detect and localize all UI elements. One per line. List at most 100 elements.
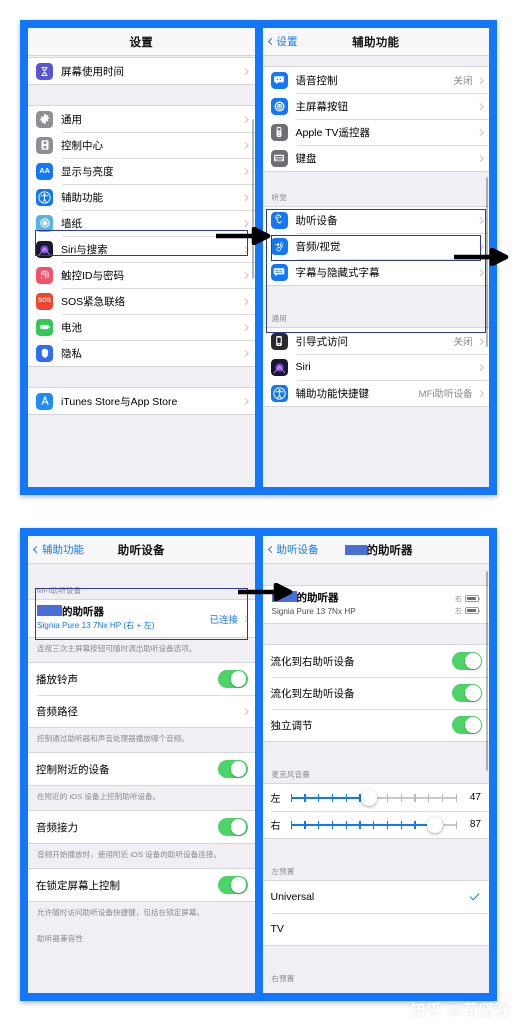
- privacy-hand-icon: [36, 344, 53, 362]
- row-label: 流化到左助听设备: [270, 687, 355, 700]
- row-play-ringtone[interactable]: 播放铃声: [28, 663, 255, 696]
- accessibility-scroll-body[interactable]: 语音控制 关闭 主屏幕按钮 Apple TV遥控器 键盘 听觉 助听设备 音频/…: [262, 57, 490, 487]
- row-control-on-lock-screen[interactable]: 在锁定屏幕上控制: [28, 869, 255, 902]
- sidebar-item-touchid-passcode[interactable]: 触控ID与密码: [28, 262, 255, 288]
- sidebar-item-label: SOS紧急联络: [61, 295, 126, 308]
- voice-control-icon: [270, 71, 288, 89]
- battery-icon: [465, 607, 481, 614]
- row-apple-tv-remote[interactable]: Apple TV遥控器: [262, 119, 489, 145]
- section-footer-control-nearby: 在附近的 iOS 设备上控制助听设备。: [37, 792, 161, 802]
- toggle-stream-to-right[interactable]: [452, 652, 482, 671]
- chevron-right-icon: [242, 67, 249, 75]
- sidebar-item-itunes-appstore[interactable]: iTunes Store与App Store: [28, 388, 255, 414]
- page-title-suffix: 的助听器: [366, 544, 413, 557]
- row-audio-handoff[interactable]: 音频接力: [28, 811, 255, 844]
- sidebar-item-privacy[interactable]: 隐私: [28, 340, 255, 366]
- row-stream-to-left[interactable]: 流化到左助听设备: [262, 677, 489, 710]
- preset-item-universal[interactable]: Universal: [262, 881, 489, 914]
- row-label: 流化到右助听设备: [270, 655, 355, 668]
- row-home-button[interactable]: 主屏幕按钮: [262, 93, 489, 119]
- page-title: 的助听器: [344, 542, 413, 558]
- row-stream-to-right[interactable]: 流化到右助听设备: [262, 645, 489, 678]
- row-guided-access[interactable]: 引导式访问 关闭: [262, 328, 489, 354]
- accessibility-group-hearing: 助听设备 音频/视觉 字幕与隐藏式字幕: [262, 206, 489, 286]
- row-keyboard[interactable]: 键盘: [262, 145, 489, 171]
- slider-label: 左: [270, 794, 281, 806]
- row-label: 辅助功能快捷键: [295, 387, 370, 400]
- slider-thumb[interactable]: [427, 816, 444, 833]
- sidebar-item-sos[interactable]: SOS SOS紧急联络: [28, 288, 255, 314]
- toggle-stream-to-left[interactable]: [452, 684, 482, 703]
- toggle-independent-adjust[interactable]: [452, 716, 482, 735]
- scrollbar-thumb[interactable]: [486, 571, 488, 771]
- accessibility-group-1: 语音控制 关闭 主屏幕按钮 Apple TV遥控器 键盘: [262, 66, 489, 172]
- row-audio-routing[interactable]: 音频路径: [28, 695, 255, 728]
- pointer-arrow-device: [238, 583, 293, 601]
- screenshot-root: 设置 屏幕使用时间 通用 控制中心 AA 显示与亮度 辅助功能 墙纸 Siri与…: [0, 0, 517, 1024]
- sidebar-item-display-brightness[interactable]: AA 显示与亮度: [28, 158, 255, 184]
- row-hearing-devices[interactable]: 助听设备: [262, 207, 489, 233]
- chevron-right-icon: [242, 707, 249, 715]
- device-detail-scroll-body[interactable]: 的助听器 Signia Pure 13 7Nx HP 右 左 流化到右助听设备 …: [262, 565, 490, 993]
- sidebar-item-accessibility[interactable]: 辅助功能: [28, 184, 255, 210]
- battery-right-label: 右: [455, 595, 462, 603]
- hearing-devices-navbar: 辅助功能 助听设备: [28, 536, 255, 564]
- sidebar-item-general[interactable]: 通用: [28, 106, 255, 132]
- sidebar-item-label: 显示与亮度: [61, 165, 114, 178]
- row-accessibility-shortcut[interactable]: 辅助功能快捷键 MFi助听设备: [262, 380, 489, 406]
- sidebar-item-label: 控制中心: [61, 139, 103, 152]
- device-model: Signia Pure 13 7Nx HP: [271, 607, 356, 617]
- slider-label: 右: [270, 821, 281, 833]
- hearing-devices-scroll-body[interactable]: MFI助听设备 的助听器 Signia Pure 13 7Nx HP (右 + …: [28, 565, 255, 993]
- sidebar-item-battery[interactable]: 电池: [28, 314, 255, 340]
- back-button[interactable]: 设置: [267, 34, 298, 49]
- battery-indicators: 右 左: [455, 594, 481, 616]
- slider-thumb[interactable]: [360, 789, 377, 806]
- row-voice-control[interactable]: 语音控制 关闭: [262, 67, 489, 93]
- toggle-play-ringtone[interactable]: [217, 670, 248, 689]
- preset-item-tv[interactable]: TV: [262, 913, 489, 946]
- touchid-icon: [36, 266, 53, 284]
- sidebar-item-screen-time[interactable]: 屏幕使用时间: [28, 58, 255, 84]
- device-row[interactable]: 的助听器 Signia Pure 13 7Nx HP 右 左: [262, 586, 489, 624]
- slider-row-left[interactable]: 左 47: [262, 784, 489, 812]
- device-name-suffix: 的助听器: [296, 592, 339, 604]
- chevron-right-icon: [242, 193, 249, 201]
- device-name-suffix: 的助听器: [62, 606, 104, 618]
- slider-row-right[interactable]: 右 87: [262, 811, 489, 839]
- sidebar-item-label: 电池: [61, 321, 82, 334]
- redaction-block: [344, 544, 367, 555]
- sidebar-item-control-center[interactable]: 控制中心: [28, 132, 255, 158]
- battery-icon: [36, 318, 53, 336]
- scrollbar-thumb[interactable]: [251, 119, 254, 279]
- back-button-label: 设置: [276, 36, 298, 48]
- pointer-arrow-accessibility: [216, 227, 271, 245]
- accessibility-navbar: 设置 辅助功能: [262, 28, 489, 56]
- settings-scroll-body[interactable]: 屏幕使用时间 通用 控制中心 AA 显示与亮度 辅助功能 墙纸 Siri与搜索 …: [28, 57, 255, 487]
- device-info: 的助听器 Signia Pure 13 7Nx HP: [271, 591, 456, 618]
- hearing-settings-list-2: 控制附近的设备: [28, 752, 255, 787]
- slider-right[interactable]: [290, 816, 457, 833]
- slider-left[interactable]: [290, 789, 457, 806]
- section-header-left-preset: 左预置: [271, 867, 295, 877]
- back-button[interactable]: 辅助功能: [32, 542, 84, 557]
- toggle-audio-handoff[interactable]: [217, 818, 248, 837]
- toggle-control-nearby-devices[interactable]: [217, 760, 248, 779]
- back-button[interactable]: 助听设备: [267, 542, 319, 557]
- chevron-right-icon: [242, 141, 249, 149]
- toggle-control-on-lock-screen[interactable]: [217, 876, 248, 895]
- chevron-right-icon: [476, 102, 483, 110]
- device-row[interactable]: 的助听器 Signia Pure 13 7Nx HP (右 + 左) 已连接: [28, 600, 255, 638]
- row-siri[interactable]: Siri: [262, 354, 489, 380]
- row-independent-adjust[interactable]: 独立调节: [262, 709, 489, 742]
- row-label: Apple TV遥控器: [295, 126, 371, 139]
- chevron-left-icon: [267, 545, 275, 554]
- row-control-nearby-devices[interactable]: 控制附近的设备: [28, 753, 255, 786]
- section-header-hearing: 听觉: [271, 193, 287, 202]
- section-footer-audio-routing: 控制通过助听器和声音处理器播放哪个音频。: [37, 734, 189, 744]
